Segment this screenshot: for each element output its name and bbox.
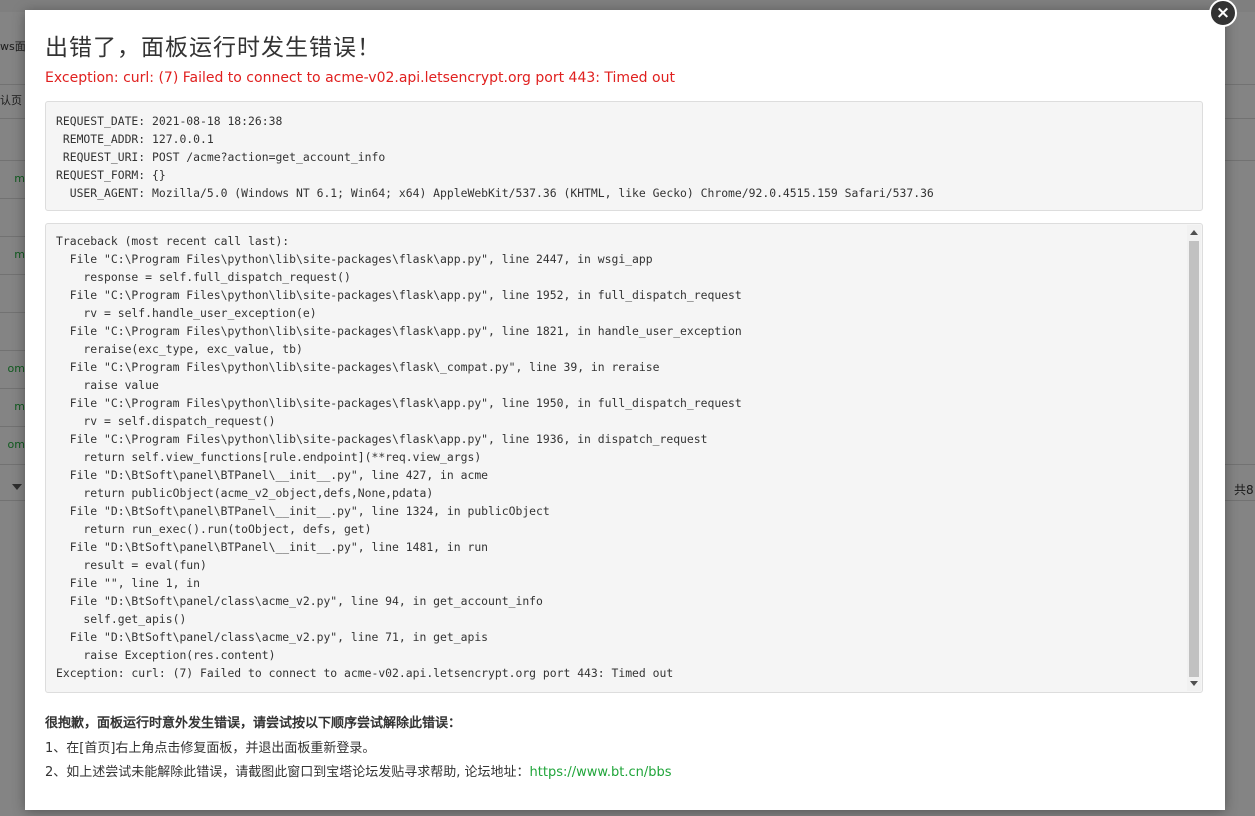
forum-link[interactable]: https://www.bt.cn/bbs [530, 765, 672, 780]
traceback-line: raise value [56, 378, 159, 392]
traceback-line: self.get_apis() [56, 612, 187, 626]
close-icon[interactable]: × [1209, 0, 1237, 27]
traceback-line: File "D:\BtSoft\panel/class\acme_v2.py",… [56, 594, 543, 608]
traceback-line: File "", line 1, in [56, 576, 201, 590]
request-info-line: REQUEST_URI: POST /acme?action=get_accou… [56, 150, 386, 164]
traceback-line: File "C:\Program Files\python\lib\site-p… [56, 252, 653, 266]
request-info-line: REMOTE_ADDR: 127.0.0.1 [56, 132, 214, 146]
scroll-down-arrow-icon[interactable] [1190, 681, 1198, 686]
traceback-line: rv = self.dispatch_request() [56, 414, 276, 428]
exception-message: Exception: curl: (7) Failed to connect t… [45, 70, 675, 86]
traceback-line: File "C:\Program Files\python\lib\site-p… [56, 288, 742, 302]
traceback-line: File "C:\Program Files\python\lib\site-p… [56, 396, 742, 410]
request-info-box: REQUEST_DATE: 2021-08-18 18:26:38 REMOTE… [45, 101, 1203, 211]
help-title: 很抱歉，面板运行时意外发生错误，请尝试按以下顺序尝试解除此错误： [45, 716, 462, 731]
traceback-line: return run_exec().run(toObject, defs, ge… [56, 522, 372, 536]
traceback-line: raise Exception(res.content) [56, 648, 276, 662]
request-info-line: REQUEST_FORM: {} [56, 168, 166, 182]
traceback-line: return self.view_functions[rule.endpoint… [56, 450, 482, 464]
traceback-line: File "D:\BtSoft\panel\BTPanel\__init__.p… [56, 504, 550, 518]
traceback-text: Traceback (most recent call last): File … [56, 232, 1184, 682]
request-info-line: REQUEST_DATE: 2021-08-18 18:26:38 [56, 114, 283, 128]
scrollbar-thumb[interactable] [1189, 241, 1199, 677]
traceback-box[interactable]: Traceback (most recent call last): File … [45, 223, 1203, 693]
traceback-line: return publicObject(acme_v2_object,defs,… [56, 486, 434, 500]
help-step-1: 1、在[首页]右上角点击修复面板，并退出面板重新登录。 [45, 741, 376, 756]
traceback-line: result = eval(fun) [56, 558, 207, 572]
help-step-2: 2、如上述尝试未能解除此错误，请截图此窗口到宝塔论坛发贴寻求帮助, 论坛地址：h… [45, 761, 672, 780]
traceback-scrollbar[interactable] [1187, 225, 1201, 691]
traceback-line: File "C:\Program Files\python\lib\site-p… [56, 360, 660, 374]
traceback-line: File "C:\Program Files\python\lib\site-p… [56, 432, 708, 446]
traceback-line: response = self.full_dispatch_request() [56, 270, 351, 284]
traceback-line: File "D:\BtSoft\panel\BTPanel\__init__.p… [56, 468, 489, 482]
scroll-up-arrow-icon[interactable] [1190, 230, 1198, 235]
traceback-line: File "D:\BtSoft\panel/class\acme_v2.py",… [56, 630, 489, 644]
traceback-line: File "D:\BtSoft\panel\BTPanel\__init__.p… [56, 540, 489, 554]
traceback-line: Exception: curl: (7) Failed to connect t… [56, 666, 674, 680]
traceback-line: File "C:\Program Files\python\lib\site-p… [56, 324, 742, 338]
dialog-title: 出错了，面板运行时发生错误！ [45, 35, 381, 61]
traceback-line: reraise(exc_type, exc_value, tb) [56, 342, 303, 356]
error-dialog: 出错了，面板运行时发生错误！ Exception: curl: (7) Fail… [25, 10, 1225, 810]
traceback-line: Traceback (most recent call last): [56, 234, 290, 248]
help-step-2-text: 2、如上述尝试未能解除此错误，请截图此窗口到宝塔论坛发贴寻求帮助, 论坛地址： [45, 765, 530, 780]
traceback-line: rv = self.handle_user_exception(e) [56, 306, 317, 320]
request-info-line: USER_AGENT: Mozilla/5.0 (Windows NT 6.1;… [56, 186, 934, 200]
